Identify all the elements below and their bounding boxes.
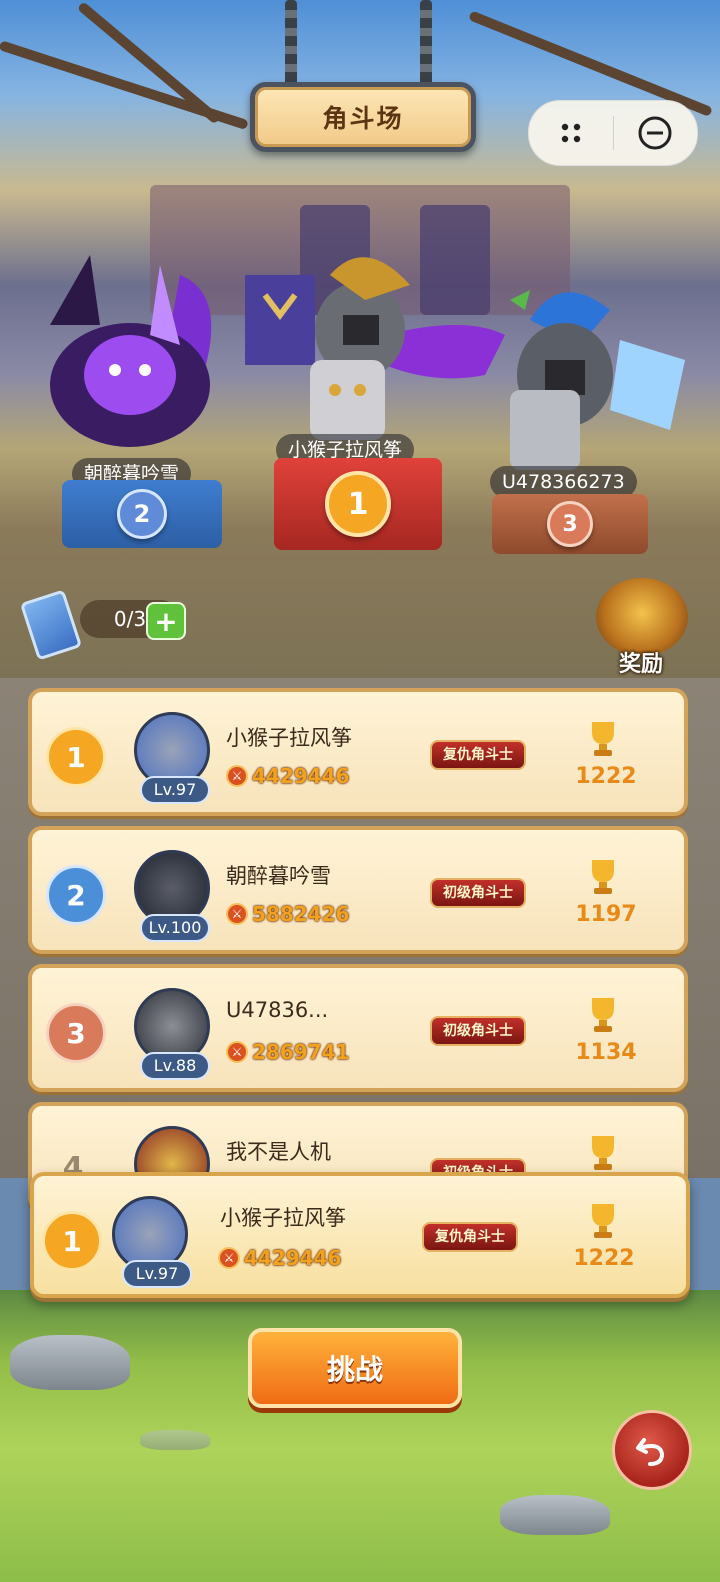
trophy-count: 1197 — [575, 902, 637, 927]
purple-dragon-hero-icon — [50, 255, 212, 447]
pedestal-medal-rank1: 1 — [325, 471, 391, 537]
hero-rank2-character[interactable] — [30, 235, 250, 465]
treasure-chest-icon[interactable] — [596, 578, 688, 656]
arena-screen: 角斗场 朝醉暮吟雪 2 小猴子拉风筝 1 U478366273 3 0/3 + … — [0, 0, 720, 1582]
power-value: 4429446 — [252, 764, 350, 788]
page-title: 角斗场 — [322, 104, 404, 133]
level-badge: Lv.97 — [122, 1260, 192, 1288]
gladiator-title-badge: 初级角斗士 — [430, 1016, 526, 1046]
power-value: 4429446 — [244, 1246, 342, 1270]
trophy-count: 1134 — [575, 1040, 637, 1065]
minimize-circle-icon — [638, 116, 672, 150]
trophy-icon — [592, 1136, 614, 1170]
add-ticket-button[interactable]: + — [146, 602, 186, 640]
player-name: 小猴子拉风筝 — [220, 1206, 346, 1230]
level-badge: Lv.97 — [140, 776, 210, 804]
pedestal-rank2: 2 — [62, 480, 222, 548]
more-button[interactable] — [529, 101, 613, 165]
back-button[interactable] — [612, 1410, 692, 1490]
pedestal-medal-rank2: 2 — [117, 489, 167, 539]
power-value: 2869741 — [252, 1040, 350, 1064]
combat-power: ⚔ 4429446 — [218, 1246, 341, 1270]
trophy-icon — [592, 998, 614, 1032]
player-name: 我不是人机 — [226, 1140, 331, 1164]
power-value: 5882426 — [252, 902, 350, 926]
trophy-icon — [592, 1204, 614, 1238]
combat-power: ⚔ 5882426 — [226, 902, 349, 926]
leaderboard-panel[interactable]: 1 Lv.97 小猴子拉风筝 ⚔ 4429446 复仇角斗士 1222 2 Lv… — [0, 678, 720, 1212]
gladiator-title-badge: 复仇角斗士 — [422, 1222, 518, 1252]
trophy-icon — [592, 722, 614, 756]
hero-rank3-character[interactable] — [470, 250, 700, 480]
leaderboard-row[interactable]: 2 Lv.100 朝醉暮吟雪 ⚔ 5882426 初级角斗士 1197 — [28, 826, 688, 954]
pedestal-rank1: 1 — [274, 458, 442, 550]
player-name: 小猴子拉风筝 — [226, 726, 352, 750]
sign-chain-left — [285, 0, 297, 90]
crossed-swords-icon: ⚔ — [226, 1041, 248, 1063]
rank-medal-icon: 3 — [46, 1003, 106, 1063]
combat-power: ⚔ 4429446 — [226, 764, 349, 788]
pedestal-medal-rank3: 3 — [547, 501, 593, 547]
level-badge: Lv.88 — [140, 1052, 210, 1080]
combat-power: ⚔ 2869741 — [226, 1040, 349, 1064]
player-name: 朝醉暮吟雪 — [226, 864, 331, 888]
leaderboard-row[interactable]: 1 Lv.97 小猴子拉风筝 ⚔ 4429446 复仇角斗士 1222 — [28, 688, 688, 816]
my-rank-row[interactable]: 1 Lv.97 小猴子拉风筝 ⚔ 4429446 复仇角斗士 1222 — [30, 1172, 690, 1298]
sign-chain-right — [420, 0, 432, 90]
plus-icon: + — [154, 604, 178, 638]
rank-medal-icon: 2 — [46, 865, 106, 925]
trophy-icon — [592, 860, 614, 894]
challenge-button[interactable]: 挑战 — [248, 1328, 462, 1408]
gladiator-title-badge: 初级角斗士 — [430, 878, 526, 908]
leaderboard-row[interactable]: 3 Lv.88 U47836... ⚔ 2869741 初级角斗士 1134 — [28, 964, 688, 1092]
crossed-swords-icon: ⚔ — [218, 1247, 240, 1269]
title-sign: 角斗场 — [250, 82, 476, 152]
blue-plume-knight-hero-icon — [510, 290, 685, 470]
level-badge: Lv.100 — [140, 914, 210, 942]
mini-program-capsule — [528, 100, 698, 166]
return-arrow-icon — [636, 1438, 665, 1466]
minimize-button[interactable] — [614, 101, 698, 165]
ticket-count: 0/3 — [113, 607, 147, 631]
trophy-count: 1222 — [575, 764, 637, 789]
challenge-label: 挑战 — [326, 1353, 383, 1386]
player-name: U47836... — [226, 998, 329, 1022]
crossed-swords-icon: ⚔ — [226, 765, 248, 787]
gladiator-title-badge: 复仇角斗士 — [430, 740, 526, 770]
reward-label[interactable]: 奖励 — [608, 646, 674, 678]
trophy-count: 1222 — [573, 1246, 635, 1271]
pedestal-rank3: 3 — [492, 494, 648, 554]
rank-medal-icon: 1 — [42, 1211, 102, 1271]
rank-medal-icon: 1 — [46, 727, 106, 787]
more-dots-icon — [561, 123, 580, 143]
crossed-swords-icon: ⚔ — [226, 903, 248, 925]
